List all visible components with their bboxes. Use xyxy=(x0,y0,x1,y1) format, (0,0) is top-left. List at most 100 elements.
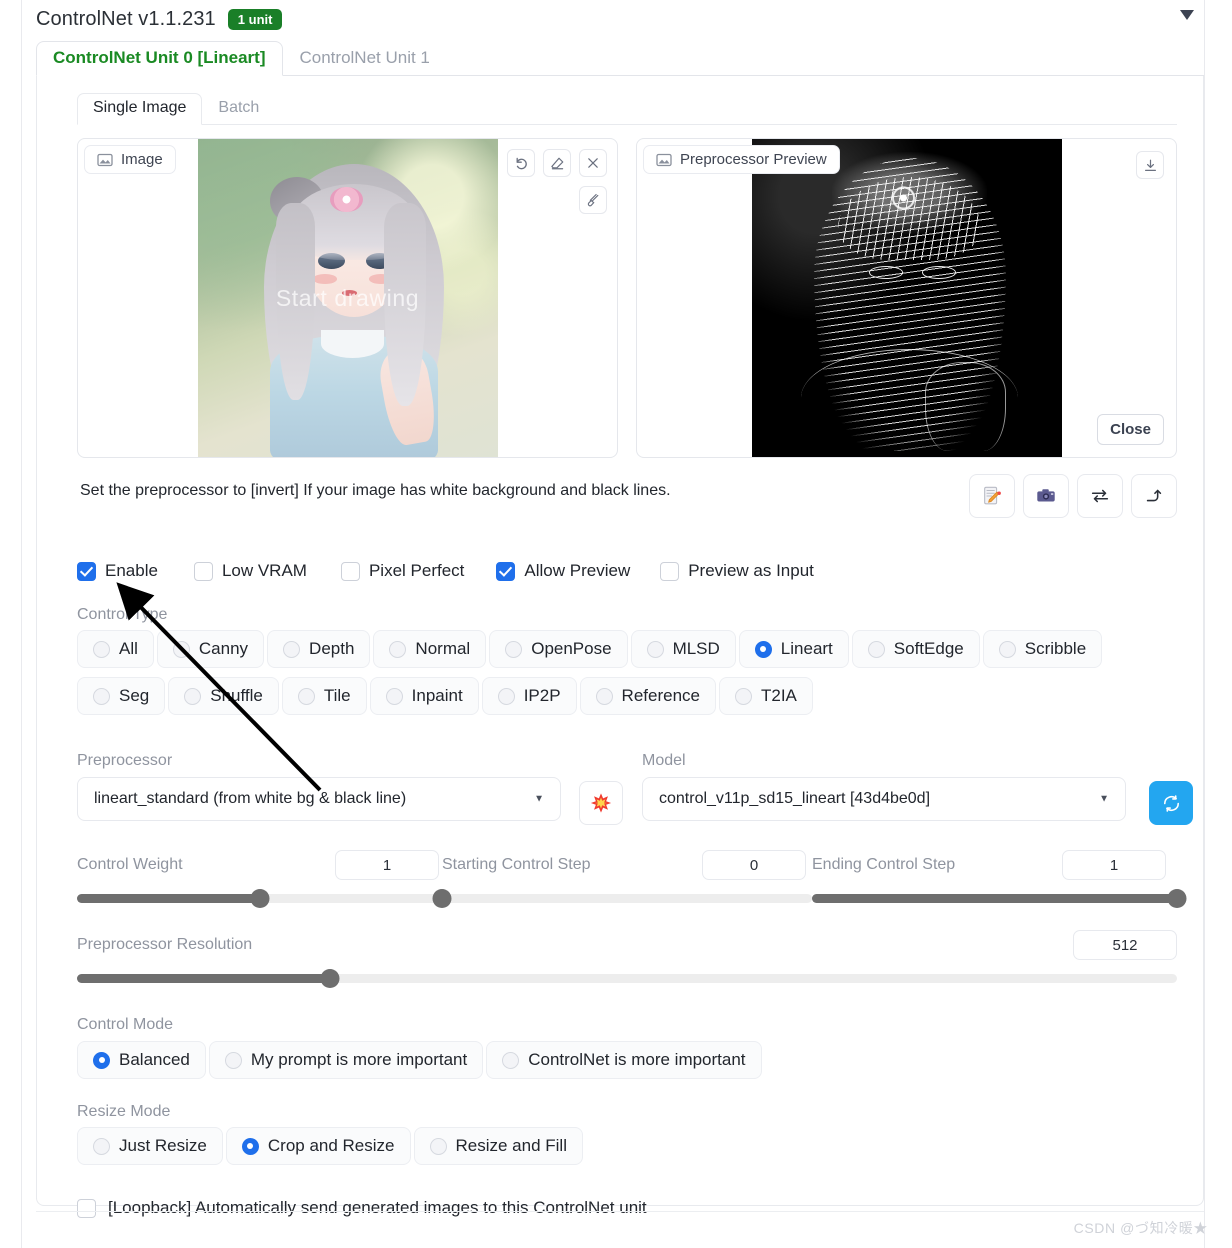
preview-as-input-checkbox-box[interactable] xyxy=(660,561,680,581)
control-type-all[interactable]: All xyxy=(77,630,154,668)
control-type-t2ia[interactable]: T2IA xyxy=(718,677,813,715)
control-type-ip2p[interactable]: IP2P xyxy=(481,677,577,715)
radio-label: Resize and Fill xyxy=(455,1136,568,1155)
tab-controlnet-unit-1[interactable]: ControlNet Unit 1 xyxy=(283,41,447,75)
preview-close-button[interactable]: Close xyxy=(1097,414,1164,445)
model-dropdown[interactable]: control_v11p_sd15_lineart [43d4be0d] ▼ xyxy=(642,777,1126,821)
radio-label: ControlNet is more important xyxy=(528,1050,746,1069)
preprocessor-dropdown[interactable]: lineart_standard (from white bg & black … xyxy=(77,777,561,821)
radio-dot[interactable] xyxy=(497,687,515,705)
image-icon xyxy=(97,152,113,168)
page-title: ControlNet v1.1.231 xyxy=(36,7,216,30)
input-image-label: Image xyxy=(121,151,163,168)
radio-dot[interactable] xyxy=(93,1137,110,1155)
tab-single-image[interactable]: Single Image xyxy=(77,93,203,125)
checkbox-label: Allow Preview xyxy=(524,561,631,580)
eraser-icon[interactable] xyxy=(543,149,571,177)
preprocessor-preview-box[interactable]: Preprocessor Preview Close xyxy=(636,138,1177,458)
webcam-icon[interactable] xyxy=(1023,474,1069,518)
triangle-down-icon[interactable] xyxy=(1176,4,1198,26)
send-dimensions-icon[interactable] xyxy=(1131,474,1177,518)
radio-dot[interactable] xyxy=(385,687,403,705)
swap-icon[interactable] xyxy=(1077,474,1123,518)
starting-control-step-slider[interactable] xyxy=(432,889,812,908)
control-type-seg[interactable]: Seg xyxy=(77,677,166,715)
radio-dot[interactable] xyxy=(184,687,202,705)
close-icon[interactable] xyxy=(579,149,607,177)
control-type-depth[interactable]: Depth xyxy=(267,630,371,668)
checkbox-label: Low VRAM xyxy=(221,561,307,580)
radio-dot-selected[interactable] xyxy=(241,1137,259,1155)
input-image-box[interactable]: Start drawing Image xyxy=(77,138,618,458)
allow-preview-checkbox-box[interactable] xyxy=(496,561,516,581)
radio-dot[interactable] xyxy=(734,687,752,705)
resize-mode-resize-and-fill[interactable]: Resize and Fill xyxy=(413,1127,583,1165)
control-type-mlsd[interactable]: MLSD xyxy=(630,630,736,668)
radio-dot[interactable] xyxy=(297,687,315,705)
control-type-lineart[interactable]: Lineart xyxy=(738,630,849,668)
checkbox-label: Pixel Perfect xyxy=(368,561,465,580)
ending-control-step-slider[interactable] xyxy=(812,889,1187,908)
resize-mode-just-resize[interactable]: Just Resize xyxy=(77,1127,223,1165)
control-type-shuffle[interactable]: Shuffle xyxy=(168,677,279,715)
control-mode-controlnet[interactable]: ControlNet is more important xyxy=(486,1041,762,1079)
run-preprocessor-button[interactable] xyxy=(579,781,623,825)
enable-checkbox-box[interactable] xyxy=(77,561,96,581)
radio-dot[interactable] xyxy=(595,687,613,705)
checkbox-enable[interactable]: Enable xyxy=(77,561,158,581)
control-type-inpaint[interactable]: Inpaint xyxy=(369,677,479,715)
tab-controlnet-unit-0[interactable]: ControlNet Unit 0 [Lineart] xyxy=(36,41,283,76)
preprocessor-preview-image xyxy=(751,139,1062,457)
control-type-softedge[interactable]: SoftEdge xyxy=(851,630,980,668)
checkbox-low-vram[interactable]: Low VRAM xyxy=(193,561,307,581)
brush-icon[interactable] xyxy=(579,186,607,214)
radio-label: Canny xyxy=(198,639,249,658)
loopback-checkbox-box[interactable] xyxy=(77,1198,96,1218)
radio-dot[interactable] xyxy=(224,1051,242,1069)
control-type-normal[interactable]: Normal xyxy=(373,630,487,668)
control-type-openpose[interactable]: OpenPose xyxy=(489,630,628,668)
control-weight-slider[interactable] xyxy=(77,889,442,908)
radio-dot[interactable] xyxy=(172,640,190,658)
checkbox-preview-as-input[interactable]: Preview as Input xyxy=(660,561,814,581)
control-type-tile[interactable]: Tile xyxy=(281,677,367,715)
control-type-reference[interactable]: Reference xyxy=(579,677,716,715)
radio-dot[interactable] xyxy=(502,1051,520,1069)
undo-icon[interactable] xyxy=(507,149,535,177)
low-vram-checkbox-box[interactable] xyxy=(193,561,213,581)
radio-dot[interactable] xyxy=(93,687,110,705)
control-mode-balanced[interactable]: Balanced xyxy=(77,1041,206,1079)
checkbox-pixel-perfect[interactable]: Pixel Perfect xyxy=(340,561,465,581)
ending-control-step-value[interactable]: 1 xyxy=(1062,850,1166,880)
radio-dot[interactable] xyxy=(646,640,664,658)
radio-dot-selected[interactable] xyxy=(754,640,772,658)
checkbox-allow-preview[interactable]: Allow Preview xyxy=(496,561,630,581)
preprocessor-resolution-slider[interactable] xyxy=(77,969,1177,988)
radio-label: Depth xyxy=(309,639,355,658)
pixel-perfect-checkbox-box[interactable] xyxy=(340,561,360,581)
starting-control-step-value[interactable]: 0 xyxy=(702,850,806,880)
checkbox-loopback[interactable]: [Loopback] Automatically send generated … xyxy=(77,1198,647,1218)
resize-mode-crop-and-resize[interactable]: Crop and Resize xyxy=(225,1127,411,1165)
preprocessor-resolution-value[interactable]: 512 xyxy=(1073,930,1177,960)
refresh-models-button[interactable] xyxy=(1149,781,1193,825)
radio-dot[interactable] xyxy=(93,640,110,658)
control-weight-value[interactable]: 1 xyxy=(335,850,439,880)
tab-batch[interactable]: Batch xyxy=(202,93,275,124)
control-type-canny[interactable]: Canny xyxy=(156,630,265,668)
radio-dot[interactable] xyxy=(389,640,407,658)
radio-label: Crop and Resize xyxy=(267,1136,395,1155)
send-to-txt2img-icon[interactable] xyxy=(969,474,1015,518)
radio-dot[interactable] xyxy=(429,1137,447,1155)
control-mode-my-prompt[interactable]: My prompt is more important xyxy=(208,1041,484,1079)
radio-dot-selected[interactable] xyxy=(93,1051,110,1069)
radio-dot[interactable] xyxy=(283,640,301,658)
radio-dot[interactable] xyxy=(505,640,523,658)
radio-dot[interactable] xyxy=(998,640,1016,658)
radio-dot[interactable] xyxy=(867,640,885,658)
download-icon[interactable] xyxy=(1136,151,1164,179)
control-weight-label: Control Weight xyxy=(77,856,183,873)
control-type-scribble[interactable]: Scribble xyxy=(982,630,1103,668)
model-value: control_v11p_sd15_lineart [43d4be0d] xyxy=(659,790,931,807)
radio-label: Normal xyxy=(415,639,471,658)
